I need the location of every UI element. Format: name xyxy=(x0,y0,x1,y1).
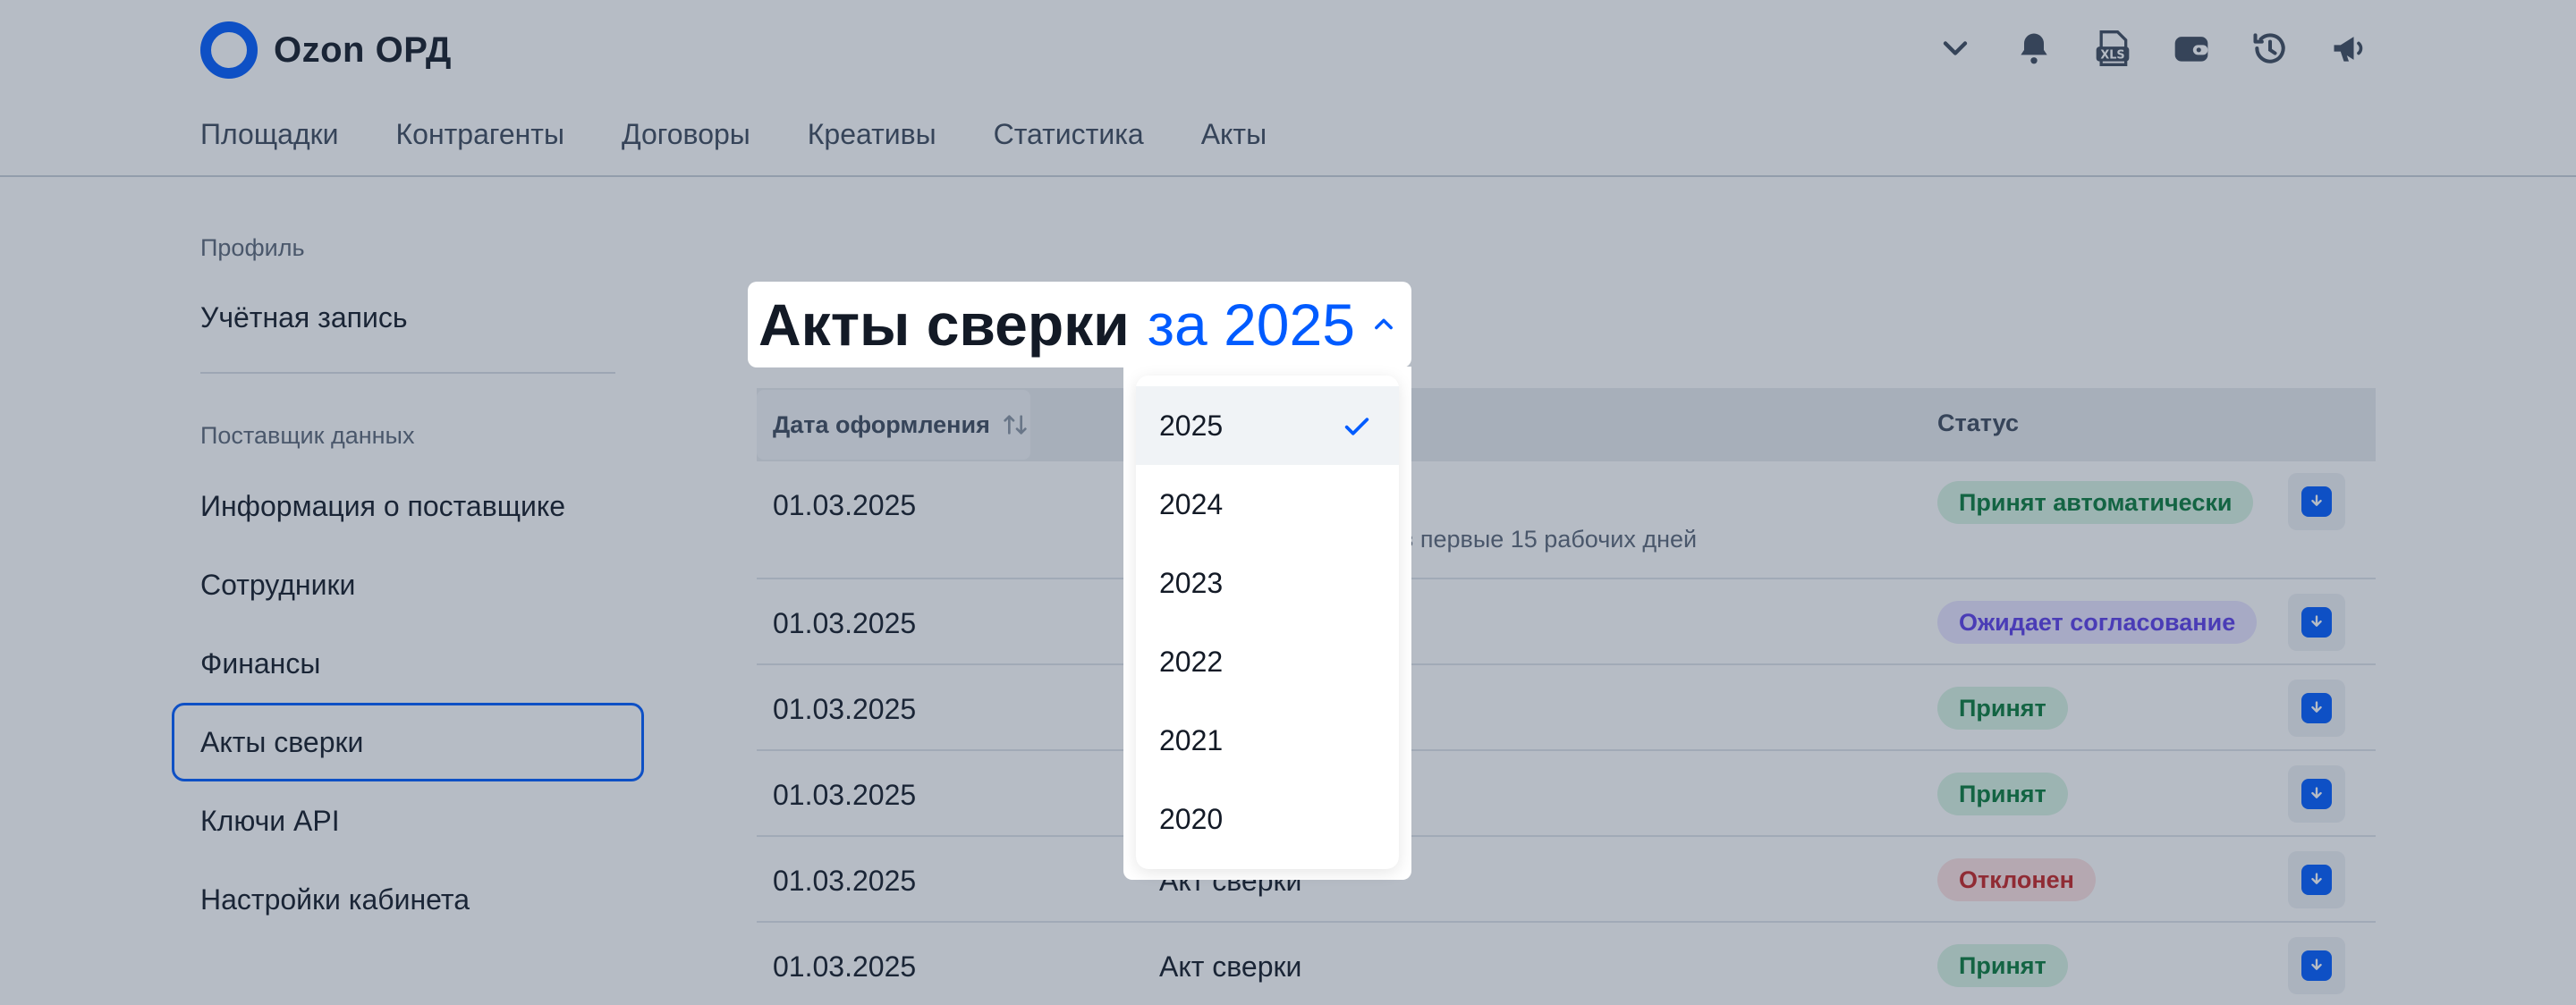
column-header-date[interactable]: Дата оформления xyxy=(757,390,1030,460)
sidebar-divider xyxy=(200,372,615,374)
nav-item-platforms[interactable]: Площадки xyxy=(200,118,339,151)
year-dropdown: 2025 2024 2023 2022 2021 2020 xyxy=(1136,376,1399,869)
check-icon xyxy=(1344,418,1369,435)
sidebar-item-account[interactable]: Учётная запись xyxy=(200,301,407,334)
year-option-2021[interactable]: 2021 xyxy=(1136,701,1399,780)
page-title-bar: Акты сверки за 2025 xyxy=(748,282,1411,367)
year-option-2022[interactable]: 2022 xyxy=(1136,622,1399,701)
download-button[interactable] xyxy=(2288,937,2345,994)
table-row[interactable]: 01.03.2025 в первые 15 рабочих дней Прин… xyxy=(757,461,2376,579)
row-document: Акт сверки xyxy=(1159,950,1302,983)
row-date: 01.03.2025 xyxy=(773,607,917,639)
header-actions: XLS xyxy=(1934,27,2370,70)
sidebar-item-provider-info[interactable]: Информация о поставщике xyxy=(200,490,565,523)
table-row[interactable]: 01.03.2025 Принят xyxy=(757,751,2376,837)
nav-item-creatives[interactable]: Креативы xyxy=(808,118,936,151)
sidebar-item-reconciliation-acts[interactable]: Акты сверки xyxy=(200,726,363,759)
year-selector[interactable]: за 2025 xyxy=(1148,291,1355,359)
download-icon xyxy=(2311,701,2322,713)
sidebar-item-finance[interactable]: Финансы xyxy=(200,647,320,680)
table-row[interactable]: 01.03.2025 Ожидает согласование xyxy=(757,579,2376,665)
year-option-2025[interactable]: 2025 xyxy=(1136,386,1399,465)
main-nav: Площадки Контрагенты Договоры Креативы С… xyxy=(200,118,1267,151)
year-option-label: 2022 xyxy=(1159,645,1224,678)
download-icon xyxy=(2311,959,2322,970)
download-icon xyxy=(2311,873,2322,884)
status-badge: Принят xyxy=(1937,773,2068,815)
history-icon[interactable] xyxy=(2249,27,2292,70)
table-row[interactable]: 01.03.2025 Акт сверки Отклонен xyxy=(757,837,2376,923)
download-button[interactable] xyxy=(2288,765,2345,823)
download-icon xyxy=(2311,615,2322,627)
download-button[interactable] xyxy=(2288,680,2345,737)
year-option-2020[interactable]: 2020 xyxy=(1136,780,1399,858)
top-header: Ozon ОРД XLS Площадки Контрагенты Догово… xyxy=(0,0,2576,177)
year-option-label: 2024 xyxy=(1159,487,1224,520)
svg-text:XLS: XLS xyxy=(2100,49,2124,63)
page-title: Акты сверки xyxy=(758,291,1130,358)
wallet-icon[interactable] xyxy=(2170,27,2213,70)
row-date: 01.03.2025 xyxy=(773,950,917,983)
sidebar-group-profile: Профиль xyxy=(200,234,305,261)
download-icon xyxy=(2311,494,2322,506)
bell-icon[interactable] xyxy=(2012,27,2055,70)
nav-item-statistics[interactable]: Статистика xyxy=(994,118,1144,151)
app-logo[interactable]: Ozon ОРД xyxy=(200,21,452,79)
sort-icon xyxy=(1004,415,1027,435)
row-date: 01.03.2025 xyxy=(773,693,917,725)
app-title: Ozon ОРД xyxy=(274,30,452,70)
download-button[interactable] xyxy=(2288,594,2345,651)
column-header-status: Статус xyxy=(1937,410,2019,436)
sidebar-item-employees[interactable]: Сотрудники xyxy=(200,569,355,602)
download-button[interactable] xyxy=(2288,473,2345,530)
xls-icon[interactable]: XLS xyxy=(2091,27,2134,70)
chevron-up-icon[interactable] xyxy=(1371,312,1396,337)
year-option-label: 2020 xyxy=(1159,802,1224,835)
chevron-down-icon[interactable] xyxy=(1934,27,1977,70)
table-row[interactable]: 01.03.2025 Принят xyxy=(757,665,2376,751)
status-badge: Принят xyxy=(1937,687,2068,730)
nav-item-acts[interactable]: Акты xyxy=(1201,118,1267,151)
status-badge: Ожидает согласование xyxy=(1937,601,2258,644)
row-date: 01.03.2025 xyxy=(773,779,917,811)
nav-item-counterparties[interactable]: Контрагенты xyxy=(396,118,564,151)
sidebar-group-provider: Поставщик данных xyxy=(200,422,415,449)
status-badge: Принят автоматически xyxy=(1937,481,2254,524)
download-button[interactable] xyxy=(2288,851,2345,908)
status-badge: Принят xyxy=(1937,944,2068,987)
sidebar-item-cabinet-settings[interactable]: Настройки кабинета xyxy=(200,883,470,916)
year-option-label: 2023 xyxy=(1159,566,1224,599)
megaphone-icon[interactable] xyxy=(2327,27,2370,70)
nav-item-contracts[interactable]: Договоры xyxy=(622,118,750,151)
download-icon xyxy=(2311,787,2322,798)
row-subtext: в первые 15 рабочих дней xyxy=(1401,526,1698,553)
row-date: 01.03.2025 xyxy=(773,865,917,897)
year-option-2024[interactable]: 2024 xyxy=(1136,465,1399,544)
sidebar-item-api-keys[interactable]: Ключи API xyxy=(200,805,340,838)
year-option-2023[interactable]: 2023 xyxy=(1136,544,1399,622)
year-option-label: 2025 xyxy=(1159,409,1224,442)
table-row[interactable]: 01.03.2025 Акт сверки Принят xyxy=(757,923,2376,1005)
row-date: 01.03.2025 xyxy=(773,489,917,521)
status-badge: Отклонен xyxy=(1937,858,2096,901)
ozon-logo-icon xyxy=(200,21,258,79)
year-option-label: 2021 xyxy=(1159,723,1224,756)
column-header-date-label: Дата оформления xyxy=(773,410,990,438)
